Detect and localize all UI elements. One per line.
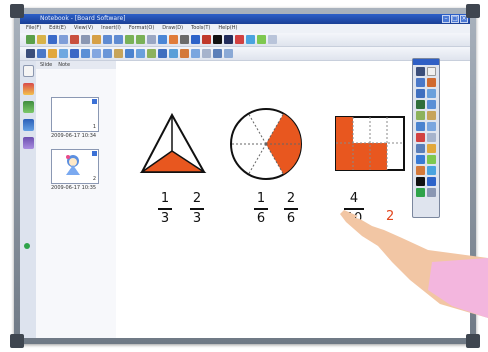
- whiteboard-photo: Notebook - [Board Software] – □ × File(F…: [0, 0, 488, 352]
- hand-pointing: [340, 210, 488, 318]
